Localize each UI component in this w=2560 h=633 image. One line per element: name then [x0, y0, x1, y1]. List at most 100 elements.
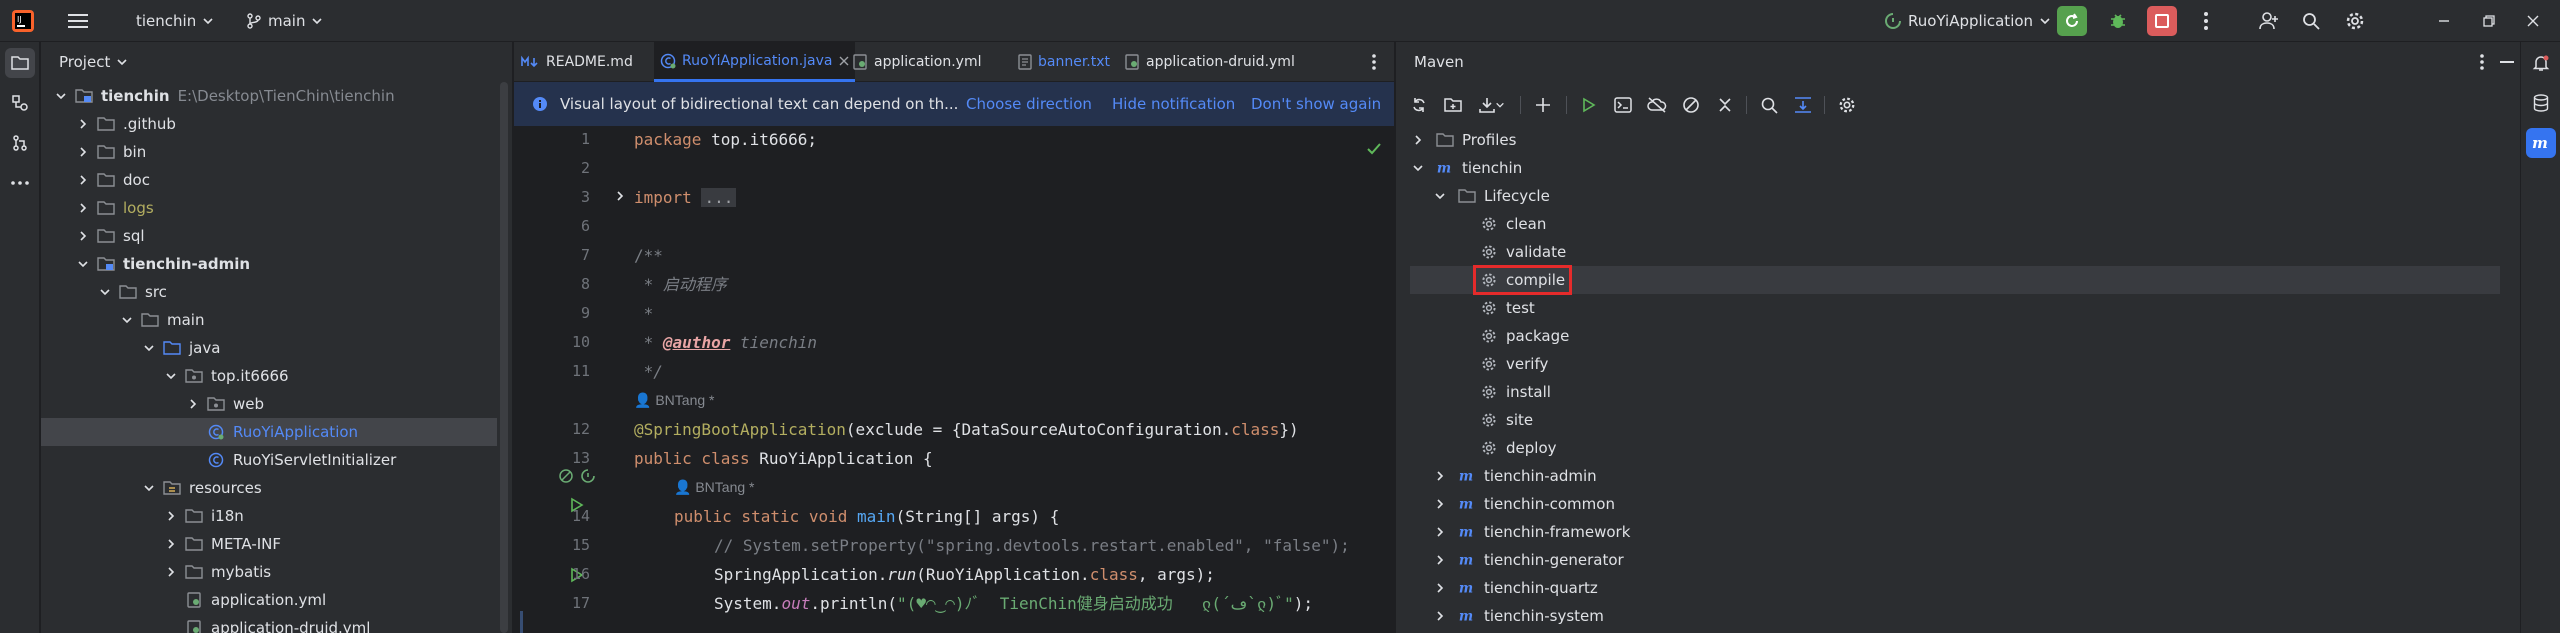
chevron-down-icon[interactable] — [141, 340, 157, 356]
tree-item-top-it6666[interactable]: top.it6666 — [41, 362, 497, 390]
tree-item-tienchin[interactable]: tienchin E:\Desktop\TienChin\tienchin — [41, 82, 497, 110]
gutter-bean-icon[interactable] — [558, 468, 574, 484]
skip-tests-icon[interactable] — [1676, 90, 1706, 120]
restore-icon[interactable] — [2474, 6, 2504, 36]
more-tabs-icon[interactable] — [1372, 54, 1376, 70]
main-menu-icon[interactable] — [68, 0, 88, 42]
maven-tool-icon[interactable]: m — [2526, 128, 2556, 158]
maven-item-tienchin[interactable]: m tienchin — [1410, 154, 2500, 182]
chevron-right-icon[interactable] — [1410, 132, 1426, 148]
branch-selector[interactable]: main — [246, 0, 323, 42]
close-icon[interactable] — [2518, 6, 2548, 36]
chevron-right-icon[interactable] — [163, 536, 179, 552]
execute-goal-icon[interactable] — [1608, 90, 1638, 120]
maven-item-tienchin-generator[interactable]: m tienchin-generator — [1410, 546, 2500, 574]
project-tool-icon[interactable] — [5, 48, 35, 78]
minimize-icon[interactable] — [2429, 6, 2459, 36]
chevron-down-icon[interactable] — [163, 368, 179, 384]
gutter-spring-icon[interactable] — [580, 468, 596, 484]
tree-item-web[interactable]: web — [41, 390, 497, 418]
chevron-right-icon[interactable] — [163, 508, 179, 524]
chevron-down-icon[interactable] — [1410, 160, 1426, 176]
search-icon[interactable] — [2296, 6, 2326, 36]
tree-item-meta-inf[interactable]: META-INF — [41, 530, 497, 558]
dont-show-again-link[interactable]: Don't show again — [1251, 95, 1381, 113]
tab-application-yml[interactable]: application.yml — [846, 42, 988, 82]
tree-item-github[interactable]: .github — [41, 110, 497, 138]
chevron-right-icon[interactable] — [75, 116, 91, 132]
notifications-bell-icon[interactable] — [2526, 48, 2556, 78]
chevron-right-icon[interactable] — [75, 200, 91, 216]
analyze-dependencies-icon[interactable] — [1754, 90, 1784, 120]
maven-item-verify[interactable]: verify — [1410, 350, 2500, 378]
tree-item-logs[interactable]: logs — [41, 194, 497, 222]
database-icon[interactable] — [2526, 88, 2556, 118]
chevron-right-icon[interactable] — [1432, 496, 1448, 512]
maven-item-install[interactable]: install — [1410, 378, 2500, 406]
generate-sources-icon[interactable] — [1438, 90, 1468, 120]
more-tools-icon[interactable] — [5, 168, 35, 198]
rerun-button[interactable] — [2057, 6, 2087, 36]
chevron-down-icon[interactable] — [119, 312, 135, 328]
maven-item-profiles[interactable]: Profiles — [1410, 126, 2500, 154]
settings-gear-icon[interactable] — [2340, 6, 2370, 36]
maven-item-deploy[interactable]: deploy — [1410, 434, 2500, 462]
debug-icon[interactable] — [2103, 6, 2133, 36]
show-diagram-icon[interactable] — [1788, 90, 1818, 120]
tree-item-ruoyiapplication[interactable]: RuoYiApplication — [41, 418, 497, 446]
maven-item-tienchin-quartz[interactable]: m tienchin-quartz — [1410, 574, 2500, 602]
author-inlay-hint-2[interactable]: 👤 BNTang * — [674, 479, 754, 496]
chevron-down-icon[interactable] — [75, 256, 91, 272]
maven-item-tienchin-admin[interactable]: m tienchin-admin — [1410, 462, 2500, 490]
maven-item-site[interactable]: site — [1410, 406, 2500, 434]
chevron-right-icon[interactable] — [75, 172, 91, 188]
stop-button[interactable] — [2147, 6, 2177, 36]
commit-tool-icon[interactable] — [5, 128, 35, 158]
maven-options-icon[interactable] — [2480, 54, 2484, 70]
maven-item-tienchin-system[interactable]: m tienchin-system — [1410, 602, 2500, 630]
chevron-right-icon[interactable] — [75, 228, 91, 244]
run-maven-build-icon[interactable] — [1574, 90, 1604, 120]
chevron-right-icon[interactable] — [1432, 552, 1448, 568]
chevron-down-icon[interactable] — [1432, 188, 1448, 204]
tree-item-doc[interactable]: doc — [41, 166, 497, 194]
tree-item-src[interactable]: src — [41, 278, 497, 306]
tree-item-main[interactable]: main — [41, 306, 497, 334]
chevron-down-icon[interactable] — [141, 480, 157, 496]
tree-item-mybatis[interactable]: mybatis — [41, 558, 497, 586]
no-problems-check-icon[interactable] — [1366, 142, 1382, 156]
tab-readme-md[interactable]: README.md — [514, 42, 639, 82]
tab-ruoyiapplication-java[interactable]: RuoYiApplication.java — [654, 42, 855, 82]
chevron-right-icon[interactable] — [1432, 524, 1448, 540]
reload-projects-icon[interactable] — [1404, 90, 1434, 120]
choose-direction-link[interactable]: Choose direction — [966, 95, 1092, 113]
project-panel-header[interactable]: Project — [41, 42, 512, 82]
structure-tool-icon[interactable] — [5, 88, 35, 118]
chevron-down-icon[interactable] — [1492, 90, 1508, 120]
project-scrollbar[interactable] — [500, 82, 508, 633]
tree-item-application-yml[interactable]: application.yml — [41, 586, 497, 614]
maven-settings-gear-icon[interactable] — [1832, 90, 1862, 120]
chevron-right-icon[interactable] — [75, 144, 91, 160]
chevron-right-icon[interactable] — [1432, 608, 1448, 624]
folded-imports[interactable]: ... — [701, 188, 737, 207]
tree-item-i18n[interactable]: i18n — [41, 502, 497, 530]
maven-item-package[interactable]: package — [1410, 322, 2500, 350]
tree-item-java[interactable]: java — [41, 334, 497, 362]
tab-banner-txt[interactable]: banner.txt — [1012, 42, 1116, 82]
maven-item-test[interactable]: test — [1410, 294, 2500, 322]
fold-chevron-icon[interactable] — [614, 190, 626, 202]
chevron-right-icon[interactable] — [1432, 468, 1448, 484]
run-config-selector[interactable]: RuoYiApplication — [1884, 0, 2051, 42]
add-user-icon[interactable] — [2254, 6, 2284, 36]
offline-mode-icon[interactable] — [1642, 90, 1672, 120]
maven-item-tienchin-common[interactable]: m tienchin-common — [1410, 490, 2500, 518]
maven-item-compile[interactable]: compile — [1410, 265, 2500, 295]
add-maven-project-icon[interactable] — [1528, 90, 1558, 120]
chevron-down-icon[interactable] — [97, 284, 113, 300]
maven-item-lifecycle[interactable]: Lifecycle — [1410, 182, 2500, 210]
tree-item-bin[interactable]: bin — [41, 138, 497, 166]
tree-item-tienchin-admin[interactable]: tienchin-admin — [41, 250, 497, 278]
tree-item-ruoyiservletinitializer[interactable]: RuoYiServletInitializer — [41, 446, 497, 474]
more-actions-icon[interactable] — [2191, 6, 2221, 36]
